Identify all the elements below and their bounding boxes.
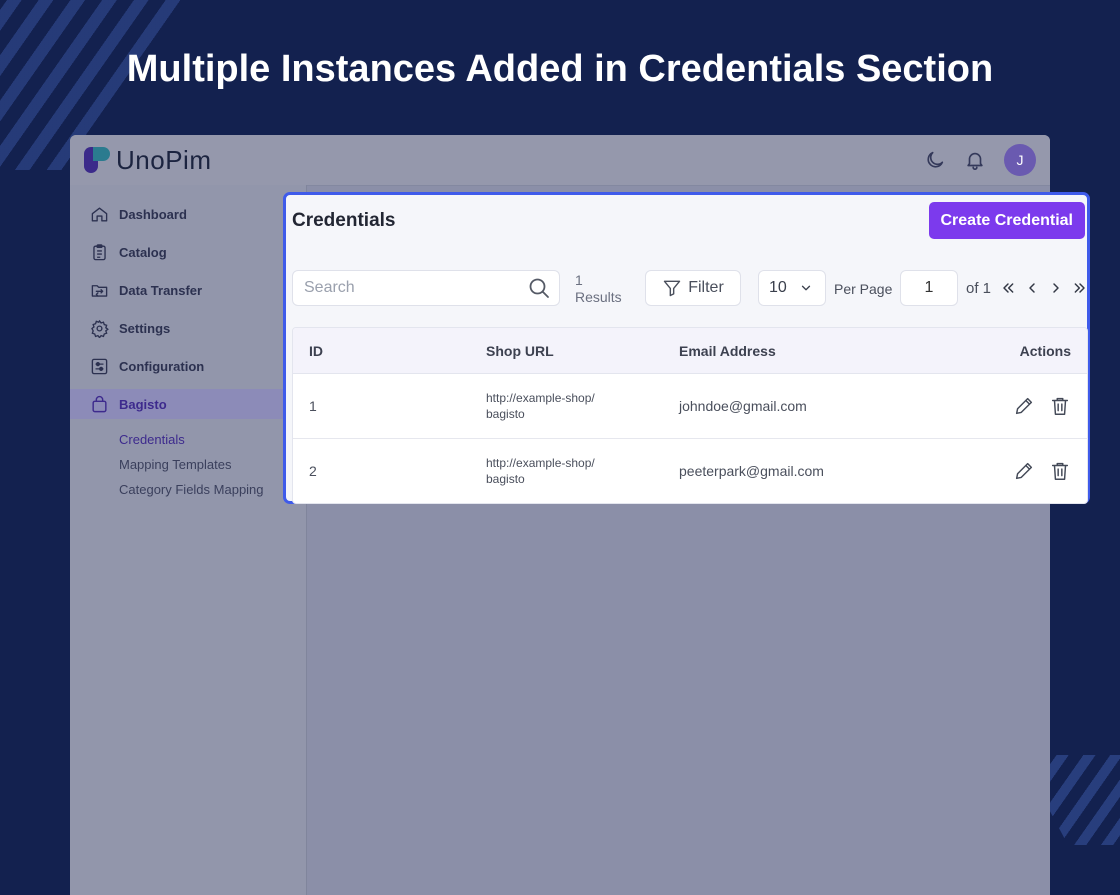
shopping-bag-icon — [92, 395, 107, 412]
sidebar-item-label: Data Transfer — [119, 282, 203, 298]
delete-icon[interactable] — [1049, 395, 1071, 417]
home-icon — [91, 206, 108, 222]
sidebar-item-label: Configuration — [119, 358, 205, 374]
filter-button[interactable]: Filter — [645, 270, 741, 306]
sidebar-item-label: Bagisto — [119, 396, 167, 412]
sidebar: Dashboard Catalog Data Transfer Settings… — [70, 185, 307, 895]
page-headline: Multiple Instances Added in Credentials … — [126, 48, 994, 90]
credentials-panel: Credentials Create Credential 1 Results … — [283, 192, 1090, 504]
last-page-icon[interactable] — [1071, 278, 1089, 298]
moon-icon[interactable] — [924, 149, 946, 171]
column-header-actions: Actions — [1019, 342, 1071, 359]
sidebar-item-configuration[interactable]: Configuration — [70, 351, 306, 381]
column-header-id[interactable]: ID — [293, 343, 486, 359]
sidebar-item-data-transfer[interactable]: Data Transfer — [70, 275, 306, 305]
edit-icon[interactable] — [1013, 395, 1035, 417]
edit-icon[interactable] — [1013, 460, 1035, 482]
avatar[interactable]: J — [1004, 144, 1036, 176]
sidebar-item-dashboard[interactable]: Dashboard — [70, 199, 306, 229]
page-number-input[interactable] — [900, 270, 958, 306]
sidebar-subitem-credentials[interactable]: Credentials — [70, 427, 306, 452]
table-header: ID Shop URL Email Address Actions — [293, 328, 1087, 374]
results-count: 1 Results — [575, 272, 622, 305]
sidebar-item-bagisto[interactable]: Bagisto — [70, 389, 286, 419]
cell-shop-url: http://example-shop/bagisto — [486, 391, 595, 421]
filter-label: Filter — [688, 279, 724, 296]
logo[interactable]: UnoPim — [84, 145, 211, 176]
cell-id: 2 — [309, 463, 317, 479]
page-title: Credentials — [292, 210, 396, 231]
logo-text: UnoPim — [116, 144, 212, 175]
first-page-icon[interactable] — [999, 278, 1017, 298]
delete-icon[interactable] — [1049, 460, 1071, 482]
sidebar-item-label: Catalog — [119, 244, 167, 260]
credentials-table: ID Shop URL Email Address Actions 1 http… — [292, 327, 1088, 504]
table-row: 2 http://example-shop/bagisto peeterpark… — [293, 439, 1087, 503]
app-header: UnoPim J — [70, 135, 1050, 186]
per-page-label: Per Page — [834, 281, 893, 297]
cell-email: peeterpark@gmail.com — [679, 463, 824, 479]
gear-icon — [91, 319, 109, 338]
sidebar-subitem-category-fields-mapping[interactable]: Category Fields Mapping — [70, 477, 306, 502]
sidebar-item-label: Settings — [119, 320, 171, 336]
folder-transfer-icon — [91, 284, 108, 297]
sidebar-subitem-mapping-templates[interactable]: Mapping Templates — [70, 452, 306, 477]
search-box — [292, 270, 560, 306]
prev-page-icon[interactable] — [1023, 278, 1041, 298]
column-header-email[interactable]: Email Address — [679, 343, 929, 359]
logo-icon — [84, 147, 110, 173]
bell-icon[interactable] — [964, 149, 986, 171]
chevron-down-icon — [801, 285, 810, 291]
page-total: of 1 — [966, 280, 992, 297]
search-input[interactable] — [293, 278, 527, 298]
create-credential-button[interactable]: Create Credential — [928, 202, 1085, 239]
table-row: 1 http://example-shop/bagisto johndoe@gm… — [293, 374, 1087, 439]
column-header-shop-url[interactable]: Shop URL — [486, 343, 679, 359]
sidebar-item-label: Dashboard — [119, 206, 187, 222]
sliders-icon — [91, 358, 108, 374]
cell-shop-url: http://example-shop/bagisto — [486, 456, 595, 486]
pagination — [999, 278, 1089, 298]
sidebar-item-settings[interactable]: Settings — [70, 313, 306, 343]
search-icon[interactable] — [527, 276, 551, 300]
next-page-icon[interactable] — [1047, 278, 1065, 298]
per-page-value: 10 — [769, 279, 787, 296]
cell-id: 1 — [309, 398, 317, 414]
sidebar-item-catalog[interactable]: Catalog — [70, 237, 306, 267]
per-page-select[interactable]: 10 — [758, 270, 826, 306]
clipboard-icon — [93, 243, 106, 260]
cell-email: johndoe@gmail.com — [679, 398, 807, 414]
filter-icon — [664, 280, 681, 297]
